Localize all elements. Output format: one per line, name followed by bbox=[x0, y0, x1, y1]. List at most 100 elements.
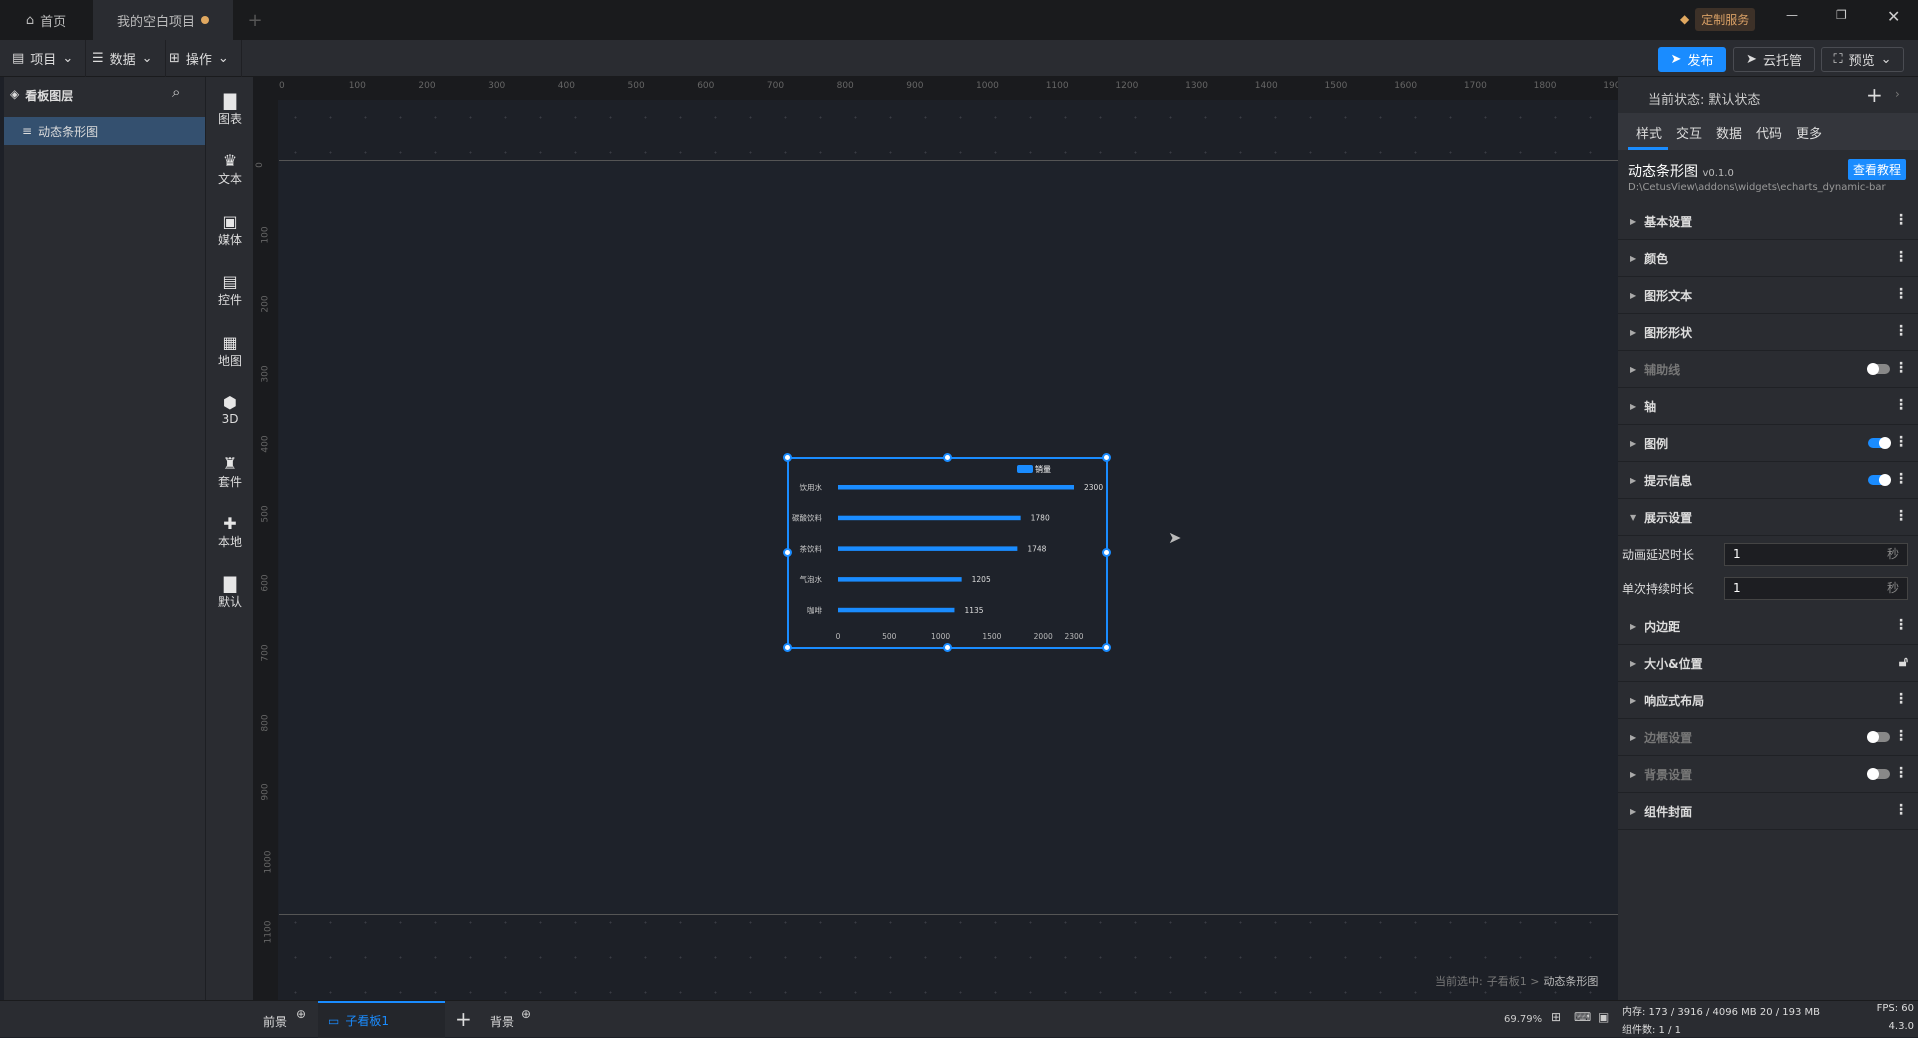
more-options-icon[interactable]: ⋮ bbox=[1894, 802, 1908, 818]
section-right-sections_a-4[interactable]: ▶ 辅助线 ⋮ bbox=[1618, 352, 1918, 388]
section-right-sections_b-4[interactable]: ▶ 背景设置 ⋮ bbox=[1618, 757, 1918, 793]
tab-style[interactable]: 样式 bbox=[1636, 123, 1662, 142]
duration-input[interactable]: 1秒 bbox=[1724, 542, 1908, 566]
add-foreground-icon[interactable]: ⊕ bbox=[296, 1007, 306, 1021]
horizontal-ruler[interactable]: 0 100 200 300 400 500 600 700 800 900 1000 1100 1200… bbox=[253, 77, 1626, 100]
widget-chart[interactable]: ▇ 图表 bbox=[206, 92, 254, 127]
section-toggle[interactable] bbox=[1867, 363, 1890, 375]
ruler-label: 0 bbox=[254, 162, 265, 168]
section-right-sections_a-8[interactable]: ▼ 展示设置 ⋮ bbox=[1618, 500, 1918, 536]
vertical-ruler[interactable]: 0 100 200 300 400 500 600 700 800 900 1000 1100 bbox=[253, 100, 278, 1000]
section-toggle[interactable] bbox=[1867, 768, 1890, 780]
home-tab[interactable]: ⌂ 首页 bbox=[0, 0, 92, 40]
terminal-icon[interactable]: ▣ bbox=[1598, 1010, 1609, 1024]
widget-kit[interactable]: ♜ 套件 bbox=[206, 455, 254, 490]
resize-handle[interactable] bbox=[1102, 643, 1111, 652]
section-right-sections_b-0[interactable]: ▶ 内边距 ⋮ bbox=[1618, 609, 1918, 645]
tab-code[interactable]: 代码 bbox=[1756, 123, 1782, 142]
add-background-icon[interactable]: ⊕ bbox=[521, 1007, 531, 1021]
bar-chart-widget[interactable]: 销量 饮用水 2300 碳酸饮料 1780 茶饮料 1748 气泡水 1205 咖啡 1135 0 50… bbox=[783, 453, 1111, 652]
search-icon[interactable]: ⌕ bbox=[172, 83, 180, 101]
section-right-sections_b-3[interactable]: ▶ 边框设置 ⋮ bbox=[1618, 720, 1918, 756]
section-right-sections_b-1[interactable]: ▶ 大小&位置 🔓︎ bbox=[1618, 646, 1918, 682]
resize-handle[interactable] bbox=[1102, 548, 1111, 557]
chevron-down-icon: ⌄ bbox=[1880, 52, 1892, 67]
category-label: 气泡水 bbox=[800, 574, 823, 584]
section-right-sections_b-2[interactable]: ▶ 响应式布局 ⋮ bbox=[1618, 683, 1918, 719]
more-options-icon[interactable]: ⋮ bbox=[1894, 323, 1908, 339]
add-state-icon[interactable]: + bbox=[1866, 83, 1883, 107]
widget-text[interactable]: ♛ 文本 bbox=[206, 152, 254, 187]
section-right-sections_a-2[interactable]: ▶ 图形文本 ⋮ bbox=[1618, 278, 1918, 314]
lock-icon[interactable]: 🔓︎ bbox=[1899, 654, 1908, 670]
layer-item[interactable]: ≡ 动态条形图 bbox=[4, 117, 205, 145]
section-right-sections_b-5[interactable]: ▶ 组件封面 ⋮ bbox=[1618, 794, 1918, 830]
resize-handle[interactable] bbox=[942, 643, 952, 652]
widget-map[interactable]: ▦ 地图 bbox=[206, 334, 254, 369]
more-options-icon[interactable]: ⋮ bbox=[1894, 728, 1908, 744]
publish-button[interactable]: ➤ 发布 bbox=[1658, 47, 1726, 72]
more-options-icon[interactable]: ⋮ bbox=[1894, 617, 1908, 633]
more-options-icon[interactable]: ⋮ bbox=[1894, 471, 1908, 487]
chevron-right-icon[interactable]: › bbox=[1895, 87, 1900, 101]
foreground-tab[interactable]: 前景 bbox=[263, 1013, 287, 1030]
keyboard-icon[interactable]: ⌨ bbox=[1574, 1010, 1591, 1024]
more-options-icon[interactable]: ⋮ bbox=[1894, 691, 1908, 707]
preview-button[interactable]: ⛶ 预览 ⌄ bbox=[1821, 47, 1904, 72]
x-tick-label: 1500 bbox=[982, 632, 1001, 641]
more-options-icon[interactable]: ⋮ bbox=[1894, 434, 1908, 450]
board-tab[interactable]: ▭ 子看板1 bbox=[318, 1001, 445, 1038]
tab-more[interactable]: 更多 bbox=[1796, 123, 1822, 142]
duration-input[interactable]: 1秒 bbox=[1724, 576, 1908, 600]
more-options-icon[interactable]: ⋮ bbox=[1894, 508, 1908, 524]
add-board-button[interactable]: + bbox=[455, 1007, 472, 1031]
section-toggle[interactable] bbox=[1868, 437, 1891, 449]
component-count: 组件数: 1 / 1 bbox=[1622, 1025, 1681, 1036]
fit-screen-icon[interactable]: ⊞ bbox=[1551, 1010, 1561, 1024]
resize-handle[interactable] bbox=[783, 643, 792, 652]
more-options-icon[interactable]: ⋮ bbox=[1894, 249, 1908, 265]
minimize-button[interactable]: — bbox=[1786, 8, 1798, 22]
menu-data[interactable]: ☰ 数据 ⌄ bbox=[80, 40, 166, 77]
ruler-label: 300 bbox=[260, 365, 271, 383]
ruler-label: 400 bbox=[260, 435, 271, 453]
cloud-host-button[interactable]: ➤ 云托管 bbox=[1733, 47, 1815, 72]
widget-default[interactable]: ▇ 默认 bbox=[206, 575, 254, 610]
more-options-icon[interactable]: ⋮ bbox=[1894, 212, 1908, 228]
menu-project[interactable]: ▤ 项目 ⌄ bbox=[0, 40, 87, 77]
menu-operate[interactable]: ⊞ 操作 ⌄ bbox=[157, 40, 242, 77]
section-right-sections_a-5[interactable]: ▶ 轴 ⋮ bbox=[1618, 389, 1918, 425]
tab-data[interactable]: 数据 bbox=[1716, 123, 1742, 142]
more-options-icon[interactable]: ⋮ bbox=[1894, 286, 1908, 302]
section-right-sections_a-1[interactable]: ▶ 颜色 ⋮ bbox=[1618, 241, 1918, 277]
widget-media[interactable]: ▣ 媒体 bbox=[206, 213, 254, 248]
section-toggle[interactable] bbox=[1868, 474, 1891, 486]
project-tab[interactable]: 我的空白项目 bbox=[93, 0, 233, 40]
tutorial-button[interactable]: 查看教程 bbox=[1848, 159, 1907, 180]
restore-button[interactable]: ❐ bbox=[1836, 8, 1847, 22]
more-options-icon[interactable]: ⋮ bbox=[1894, 360, 1908, 376]
section-right-sections_a-6[interactable]: ▶ 图例 ⋮ bbox=[1618, 426, 1918, 462]
zoom-level[interactable]: 69.79% bbox=[1504, 1014, 1542, 1025]
section-right-sections_a-0[interactable]: ▶ 基本设置 ⋮ bbox=[1618, 204, 1918, 240]
background-tab[interactable]: 背景 bbox=[490, 1013, 514, 1030]
resize-handle[interactable] bbox=[942, 453, 952, 462]
new-tab-button[interactable]: + bbox=[240, 0, 270, 40]
more-options-icon[interactable]: ⋮ bbox=[1894, 765, 1908, 781]
caret-right-icon: ▶ bbox=[1630, 254, 1637, 263]
tab-interact[interactable]: 交互 bbox=[1676, 123, 1702, 142]
close-button[interactable]: ✕ bbox=[1887, 7, 1900, 26]
resize-handle[interactable] bbox=[783, 453, 792, 462]
section-right-sections_a-3[interactable]: ▶ 图形形状 ⋮ bbox=[1618, 315, 1918, 351]
section-toggle[interactable] bbox=[1867, 731, 1890, 743]
custom-service-button[interactable]: ◆ 定制服务 bbox=[1680, 7, 1756, 31]
more-options-icon[interactable]: ⋮ bbox=[1894, 397, 1908, 413]
section-right-sections_a-7[interactable]: ▶ 提示信息 ⋮ bbox=[1618, 463, 1918, 499]
widget-local[interactable]: ✚ 本地 bbox=[206, 515, 254, 550]
resize-handle[interactable] bbox=[783, 548, 792, 557]
widget-3d[interactable]: ⬢ 3D bbox=[206, 394, 254, 427]
resize-handle[interactable] bbox=[1102, 453, 1111, 462]
x-tick-label: 2300 bbox=[1064, 632, 1083, 641]
ruler-label: 900 bbox=[906, 81, 924, 91]
widget-control[interactable]: ▤ 控件 bbox=[206, 273, 254, 308]
